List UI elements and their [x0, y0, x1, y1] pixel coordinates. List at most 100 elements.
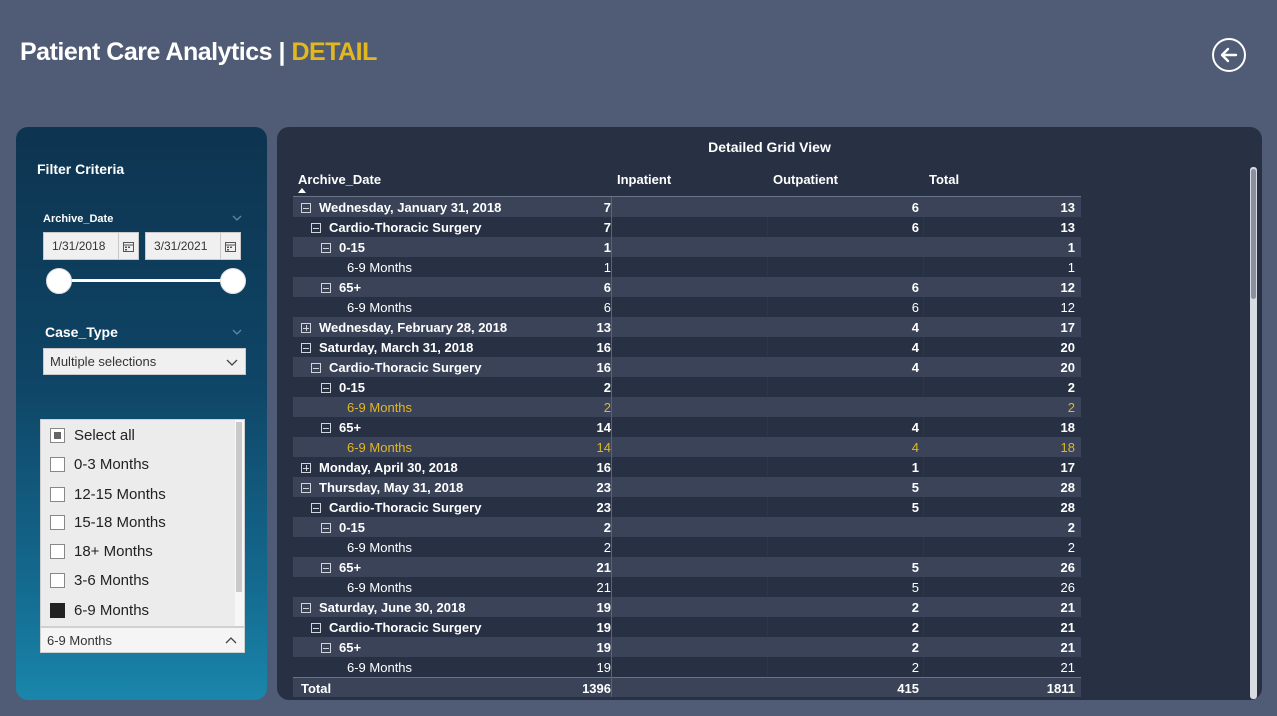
total-cell: 21 [1060, 660, 1075, 675]
table-row[interactable]: Cardio-Thoracic Surgery 23 5 28 [293, 497, 1081, 517]
row-label-cell: 0-15 [321, 520, 365, 535]
checkbox[interactable] [50, 543, 65, 559]
collapse-minus-icon[interactable] [321, 282, 331, 293]
option-15-18-months[interactable]: 15-18 Months [50, 510, 166, 534]
inpatient-cell: 14 [596, 420, 611, 435]
grid-scrollbar[interactable] [1250, 167, 1257, 699]
total-cell: 21 [1060, 640, 1075, 655]
table-row[interactable]: 65+ 21 5 26 [293, 557, 1081, 577]
option-6-9-months[interactable]: 6-9 Months [50, 598, 149, 622]
outpatient-cell: 5 [911, 580, 919, 595]
checkbox[interactable] [50, 456, 65, 472]
collapse-minus-icon[interactable] [311, 622, 321, 633]
row-label: 65+ [339, 560, 362, 575]
option-select-all[interactable]: Select all [50, 423, 135, 447]
grid-scroll-thumb[interactable] [1251, 169, 1256, 299]
back-button[interactable] [1212, 38, 1246, 72]
checkbox[interactable] [50, 514, 65, 530]
table-row[interactable]: Saturday, June 30, 2018 19 2 21 [293, 597, 1081, 617]
chevron-down-icon[interactable] [232, 213, 242, 223]
inpatient-cell: 19 [596, 640, 611, 655]
calendar-icon[interactable] [220, 233, 240, 259]
expand-plus-icon[interactable] [301, 462, 311, 473]
collapse-minus-icon[interactable] [301, 602, 311, 613]
table-row[interactable]: 6-9 Months 2 2 [293, 537, 1081, 557]
total-cell: 26 [1060, 560, 1075, 575]
collapse-minus-icon[interactable] [311, 502, 321, 513]
table-row[interactable]: Thursday, May 31, 2018 23 5 28 [293, 477, 1081, 497]
collapse-minus-icon[interactable] [321, 242, 331, 253]
table-row[interactable]: 6-9 Months 14 4 18 [293, 437, 1081, 457]
table-row[interactable]: 6-9 Months 6 6 12 [293, 297, 1081, 317]
collapse-minus-icon[interactable] [321, 522, 331, 533]
inpatient-cell: 19 [596, 660, 611, 675]
table-row[interactable]: Saturday, March 31, 2018 16 4 20 [293, 337, 1081, 357]
inpatient-cell: 21 [596, 560, 611, 575]
collapse-minus-icon[interactable] [301, 202, 311, 213]
option-0-3-months[interactable]: 0-3 Months [50, 452, 149, 476]
row-label: Cardio-Thoracic Surgery [329, 500, 482, 515]
collapse-minus-icon[interactable] [321, 562, 331, 573]
table-row[interactable]: Cardio-Thoracic Surgery 19 2 21 [293, 617, 1081, 637]
collapse-minus-icon[interactable] [311, 222, 321, 233]
collapse-minus-icon[interactable] [321, 642, 331, 653]
row-label-cell: 65+ [321, 420, 361, 435]
column-header-archive-date[interactable]: Archive_Date [298, 172, 381, 187]
table-row[interactable]: 0-15 2 2 [293, 377, 1081, 397]
inpatient-cell: 13 [596, 320, 611, 335]
total-cell: 28 [1060, 480, 1075, 495]
case-type-dropdown-footer[interactable]: 6-9 Months [40, 627, 245, 653]
collapse-minus-icon[interactable] [321, 382, 331, 393]
list-scroll-thumb[interactable] [236, 422, 242, 592]
inpatient-cell: 2 [603, 540, 611, 555]
row-label-cell: Wednesday, January 31, 2018 [301, 200, 501, 215]
collapse-minus-icon[interactable] [311, 362, 321, 373]
table-row[interactable]: 6-9 Months 21 5 26 [293, 577, 1081, 597]
table-row[interactable]: Wednesday, January 31, 2018 7 6 13 [293, 197, 1081, 217]
case-type-select[interactable]: Multiple selections [43, 348, 246, 375]
table-row[interactable]: Monday, April 30, 2018 16 1 17 [293, 457, 1081, 477]
table-row[interactable]: 6-9 Months 2 2 [293, 397, 1081, 417]
collapse-minus-icon[interactable] [321, 422, 331, 433]
column-header-outpatient[interactable]: Outpatient [773, 172, 838, 187]
date-to-input[interactable]: 3/31/2021 [145, 232, 241, 260]
calendar-icon[interactable] [118, 233, 138, 259]
table-row[interactable]: Cardio-Thoracic Surgery 16 4 20 [293, 357, 1081, 377]
checkbox[interactable] [50, 486, 65, 502]
inpatient-cell: 19 [596, 600, 611, 615]
inpatient-cell: 16 [596, 460, 611, 475]
outpatient-cell: 4 [911, 440, 919, 455]
table-row[interactable]: 65+ 6 6 12 [293, 277, 1081, 297]
total-cell: 12 [1060, 280, 1075, 295]
row-label-cell: 65+ [321, 560, 361, 575]
table-row[interactable]: 6-9 Months 19 2 21 [293, 657, 1081, 677]
date-from-input[interactable]: 1/31/2018 [43, 232, 139, 260]
checkbox-partial[interactable] [50, 427, 65, 443]
option-3-6-months[interactable]: 3-6 Months [50, 568, 149, 592]
column-header-inpatient[interactable]: Inpatient [617, 172, 671, 187]
collapse-minus-icon[interactable] [301, 342, 311, 353]
outpatient-cell: 4 [911, 340, 919, 355]
list-scrollbar[interactable] [235, 420, 244, 626]
chevron-down-icon[interactable] [232, 327, 242, 337]
checkbox[interactable] [50, 572, 65, 588]
slider-handle-end[interactable] [220, 268, 246, 294]
checkbox-checked[interactable] [50, 602, 65, 618]
table-row[interactable]: Wednesday, February 28, 2018 13 4 17 [293, 317, 1081, 337]
column-header-total[interactable]: Total [929, 172, 959, 187]
slider-handle-start[interactable] [46, 268, 72, 294]
table-row[interactable]: 65+ 14 4 18 [293, 417, 1081, 437]
collapse-minus-icon[interactable] [301, 482, 311, 493]
option-12-15-months[interactable]: 12-15 Months [50, 482, 166, 506]
date-range-slider[interactable] [59, 279, 233, 282]
total-cell: 20 [1060, 340, 1075, 355]
table-row[interactable]: 6-9 Months 1 1 [293, 257, 1081, 277]
outpatient-cell: 4 [911, 420, 919, 435]
table-row[interactable]: 0-15 1 1 [293, 237, 1081, 257]
case-type-options-list[interactable]: Select all 0-3 Months 12-15 Months 15-18… [40, 419, 245, 627]
table-row[interactable]: 65+ 19 2 21 [293, 637, 1081, 657]
table-row[interactable]: 0-15 2 2 [293, 517, 1081, 537]
table-row[interactable]: Cardio-Thoracic Surgery 7 6 13 [293, 217, 1081, 237]
option-18-plus-months[interactable]: 18+ Months [50, 539, 153, 563]
expand-plus-icon[interactable] [301, 322, 311, 333]
